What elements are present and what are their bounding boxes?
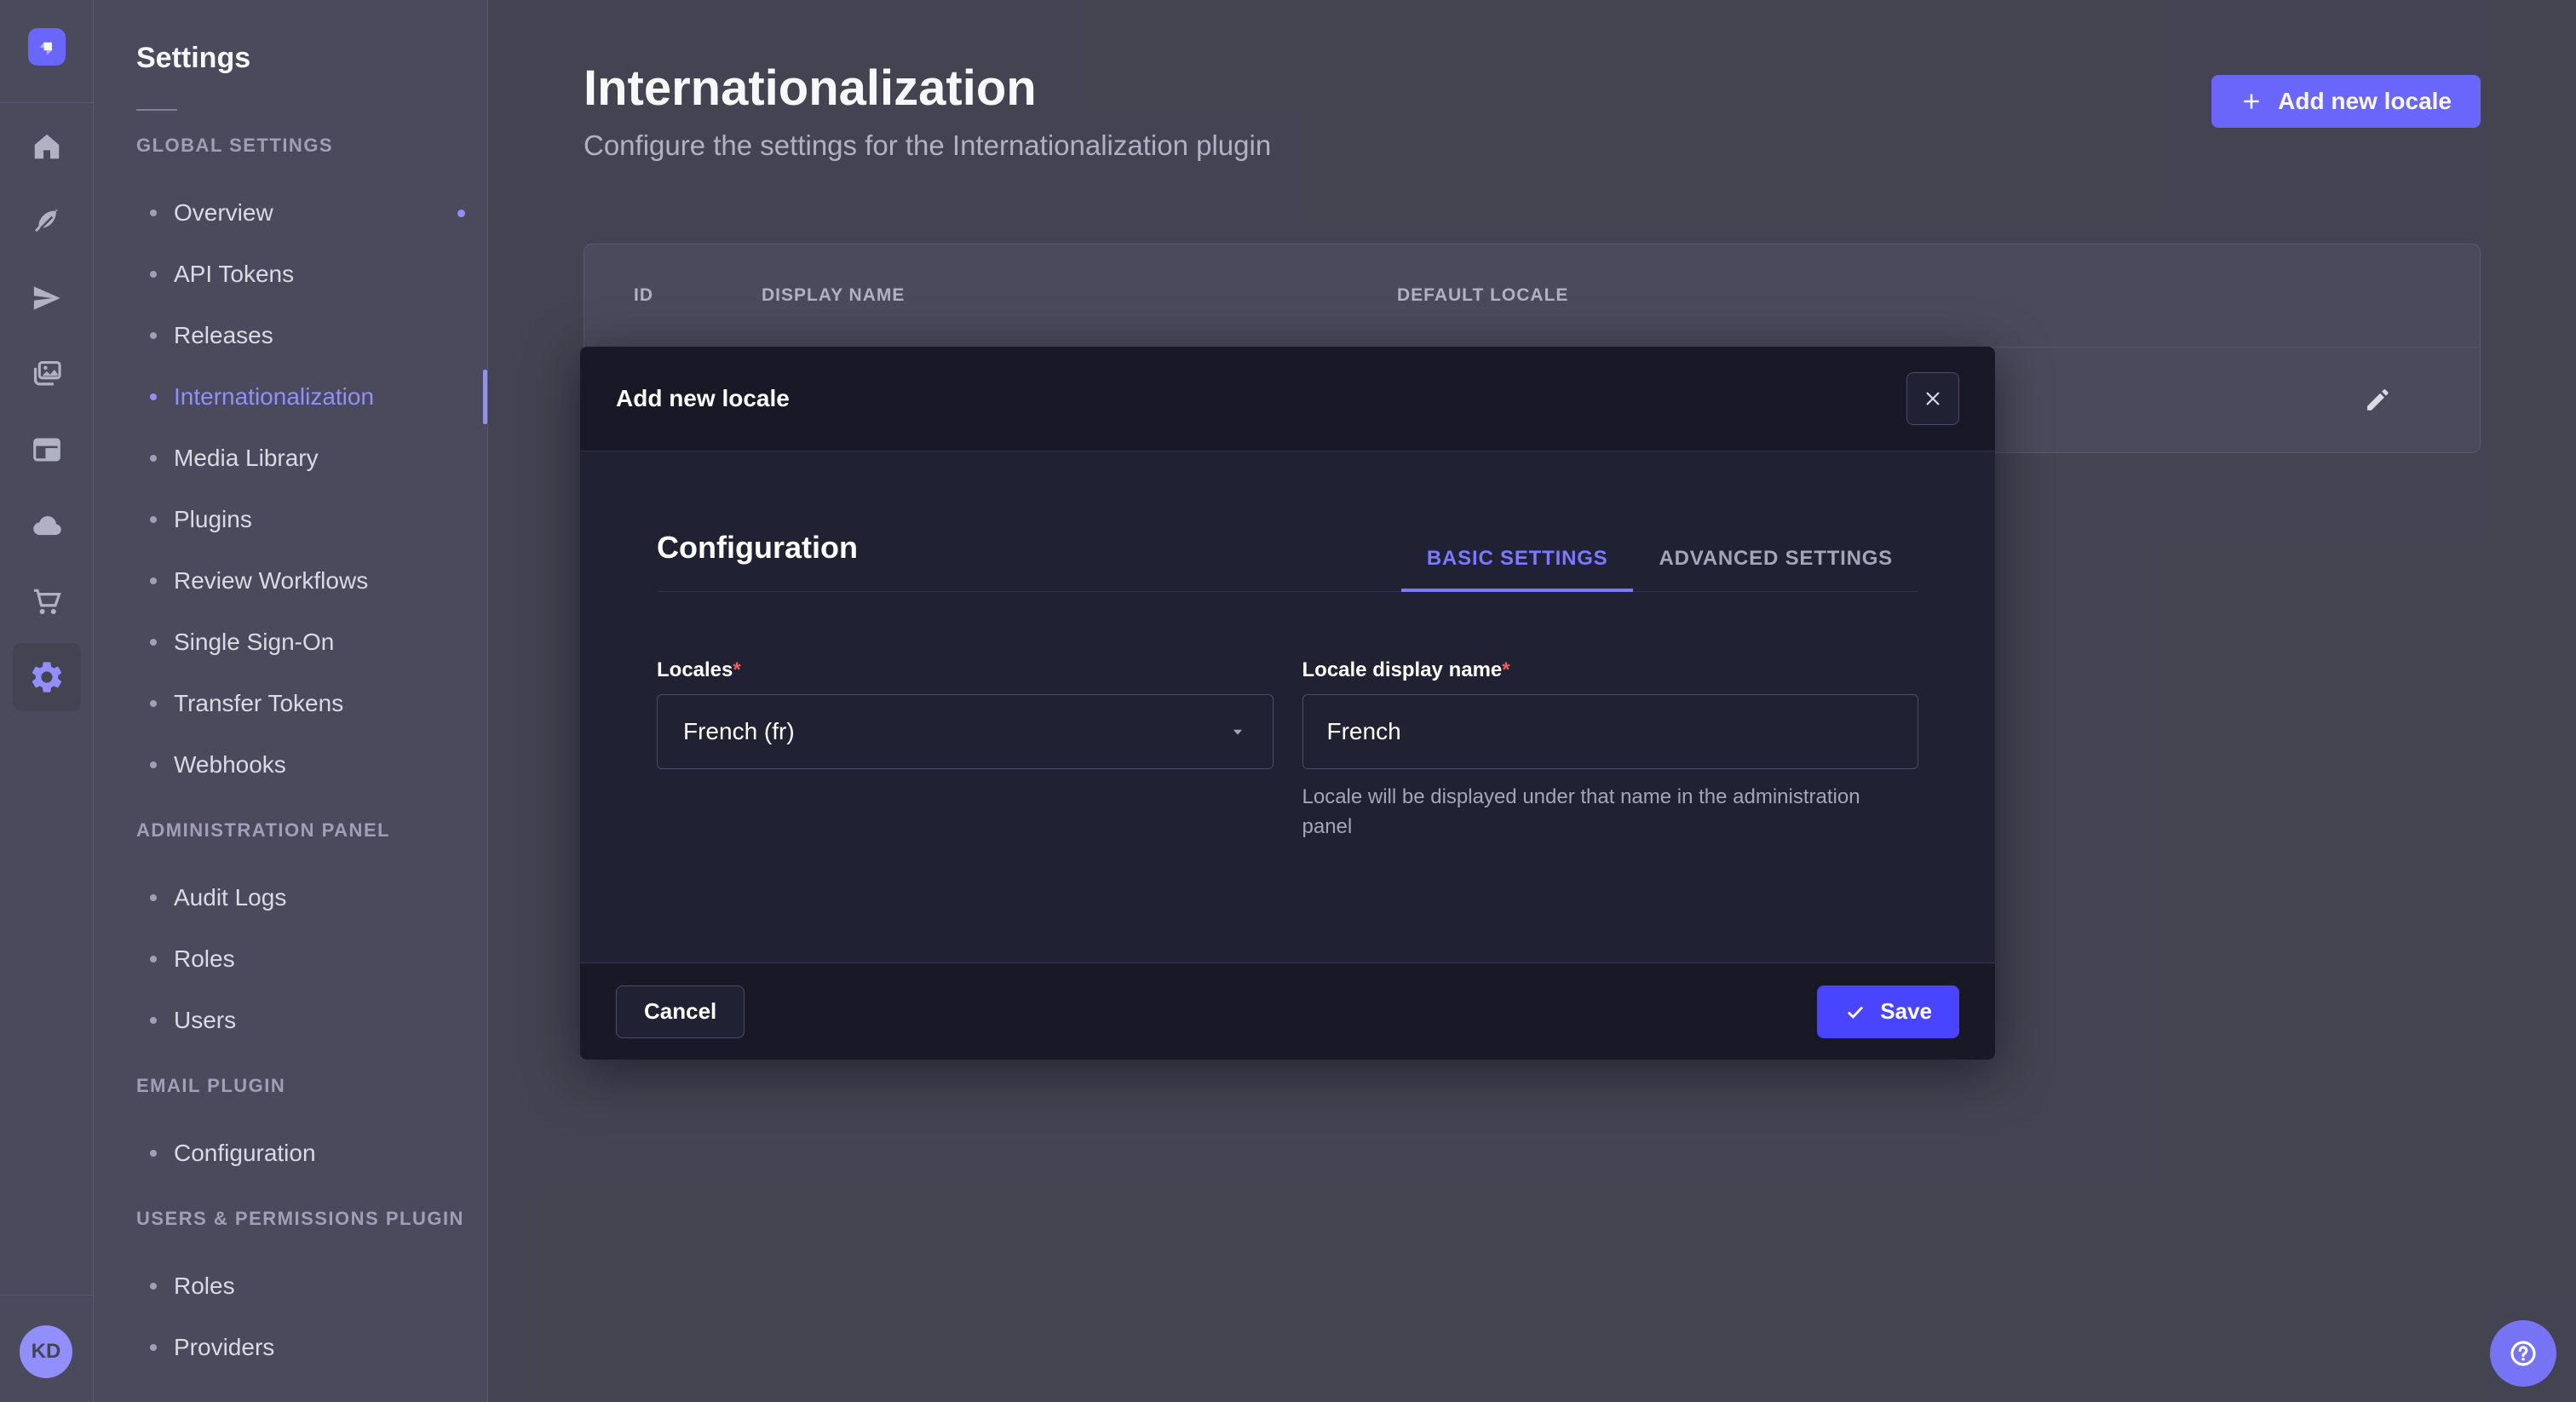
tab-basic-settings[interactable]: BASIC SETTINGS <box>1401 547 1634 591</box>
close-icon <box>1923 388 1943 409</box>
locales-select-value: French (fr) <box>683 718 795 745</box>
required-asterisk: * <box>1502 658 1509 681</box>
display-name-field: Locale display name* Locale will be disp… <box>1302 658 1919 842</box>
settings-tabs: BASIC SETTINGS ADVANCED SETTINGS <box>1401 547 1918 591</box>
locales-select[interactable]: French (fr) <box>657 694 1274 769</box>
chevron-down-icon <box>1228 722 1247 741</box>
help-button[interactable] <box>2490 1320 2556 1387</box>
modal-close-button[interactable] <box>1906 372 1959 425</box>
display-name-label-text: Locale display name <box>1302 658 1503 681</box>
display-name-input[interactable] <box>1302 694 1919 769</box>
modal-title: Add new locale <box>616 385 790 412</box>
display-name-label: Locale display name* <box>1302 658 1919 682</box>
cancel-button[interactable]: Cancel <box>616 985 745 1038</box>
check-icon <box>1844 1001 1866 1023</box>
save-button[interactable]: Save <box>1817 985 1959 1038</box>
locales-label-text: Locales <box>657 658 733 681</box>
display-name-hint: Locale will be displayed under that name… <box>1302 783 1907 842</box>
configuration-title: Configuration <box>657 530 858 591</box>
question-mark-icon <box>2507 1337 2539 1370</box>
locales-field: Locales* French (fr) <box>657 658 1274 842</box>
add-locale-modal: Add new locale Configuration BASIC SETTI… <box>580 347 1995 1060</box>
modal-header: Add new locale <box>580 347 1995 451</box>
modal-fields: Locales* French (fr) Locale display name… <box>657 658 1918 842</box>
save-label: Save <box>1880 998 1932 1025</box>
tab-advanced-settings[interactable]: ADVANCED SETTINGS <box>1633 547 1918 591</box>
modal-footer: Cancel Save <box>580 962 1995 1060</box>
required-asterisk: * <box>733 658 740 681</box>
locales-label: Locales* <box>657 658 1274 682</box>
modal-body: Configuration BASIC SETTINGS ADVANCED SE… <box>580 451 1995 962</box>
configuration-header-row: Configuration BASIC SETTINGS ADVANCED SE… <box>657 451 1918 592</box>
